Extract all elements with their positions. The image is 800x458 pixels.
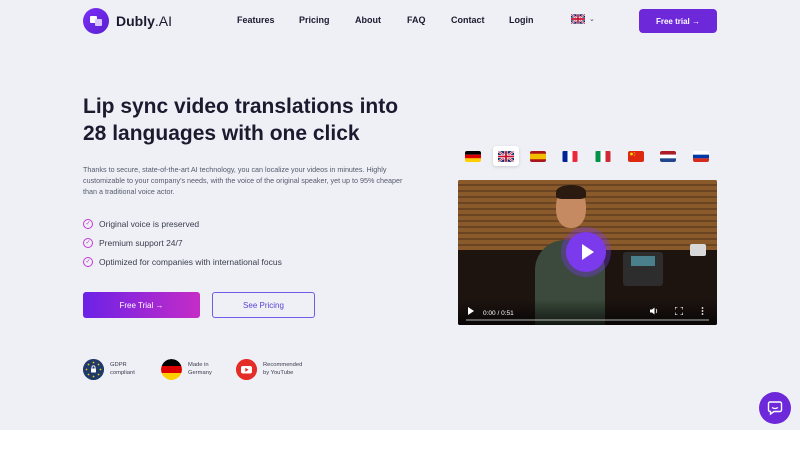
uk-flag-icon xyxy=(571,14,585,24)
see-pricing-button[interactable]: See Pricing xyxy=(212,292,315,318)
brand-logo[interactable]: Dubly.AI xyxy=(83,8,172,34)
gdpr-badge: GDPR compliant xyxy=(83,359,170,380)
flag-spain[interactable] xyxy=(525,146,551,166)
nav-link-pricing[interactable]: Pricing xyxy=(299,15,330,25)
youtube-plaque xyxy=(690,244,706,256)
youtube-badge: Recommended by YouTube xyxy=(236,359,323,380)
chevron-down-icon: ⌄ xyxy=(589,16,595,23)
language-switcher[interactable]: ⌄ xyxy=(571,14,595,24)
flag-russia[interactable] xyxy=(688,146,714,166)
flag-united-kingdom[interactable] xyxy=(493,146,519,166)
check-circle-icon: ✓ xyxy=(83,237,93,248)
play-overlay-button[interactable] xyxy=(566,232,606,272)
flag-china[interactable] xyxy=(623,146,649,166)
play-control-icon[interactable] xyxy=(468,307,474,315)
flag-france[interactable] xyxy=(557,146,583,166)
nav-link-contact[interactable]: Contact xyxy=(451,15,485,25)
feature-item: ✓ Premium support 24/7 xyxy=(83,233,282,252)
fullscreen-icon[interactable] xyxy=(674,306,684,317)
check-circle-icon: ✓ xyxy=(83,256,93,267)
russia-flag-icon xyxy=(693,150,709,162)
germany-flag-icon xyxy=(465,150,481,162)
logo-icon xyxy=(83,8,109,34)
check-circle-icon: ✓ xyxy=(83,218,93,229)
italy-flag-icon xyxy=(595,150,611,162)
flag-netherlands[interactable] xyxy=(655,146,681,166)
video-time: 0:00 / 0:51 xyxy=(483,310,514,317)
nav-link-features[interactable]: Features xyxy=(237,15,275,25)
eu-lock-icon xyxy=(83,359,104,380)
video-controls: 0:00 / 0:51 xyxy=(458,299,717,325)
uk-flag-icon xyxy=(498,150,514,162)
play-icon xyxy=(581,244,594,260)
netherlands-flag-icon xyxy=(660,150,676,162)
flag-italy[interactable] xyxy=(590,146,616,166)
spain-flag-icon xyxy=(530,150,546,162)
youtube-icon xyxy=(236,359,257,380)
made-in-germany-badge: Made in Germany xyxy=(161,359,248,380)
top-navigation: Dubly.AI Features Pricing About FAQ Cont… xyxy=(0,0,800,42)
hero-description: Thanks to secure, state-of-the-art AI te… xyxy=(83,165,403,196)
nav-link-faq[interactable]: FAQ xyxy=(407,15,426,25)
demo-video-player[interactable]: 0:00 / 0:51 xyxy=(458,180,717,325)
video-progress-bar[interactable] xyxy=(466,319,709,321)
next-section xyxy=(0,430,800,458)
volume-icon[interactable] xyxy=(650,307,659,317)
more-options-icon[interactable] xyxy=(701,307,704,317)
chat-widget-button[interactable] xyxy=(759,392,791,424)
language-selector xyxy=(460,146,720,166)
free-trial-button[interactable]: Free Trial → xyxy=(83,292,200,318)
german-flag-icon xyxy=(161,359,182,380)
france-flag-icon xyxy=(562,150,578,162)
feature-list: ✓ Original voice is preserved ✓ Premium … xyxy=(83,214,282,271)
flag-germany[interactable] xyxy=(460,146,486,166)
chat-icon xyxy=(767,401,783,416)
brand-name: Dubly.AI xyxy=(116,13,173,29)
nav-link-login[interactable]: Login xyxy=(509,15,534,25)
free-trial-nav-button[interactable]: Free trial → xyxy=(639,9,717,33)
hero-title: Lip sync video translations into 28 langu… xyxy=(83,95,399,145)
feature-item: ✓ Original voice is preserved xyxy=(83,214,282,233)
nav-link-about[interactable]: About xyxy=(355,15,381,25)
feature-item: ✓ Optimized for companies with internati… xyxy=(83,252,282,271)
china-flag-icon xyxy=(628,150,644,162)
